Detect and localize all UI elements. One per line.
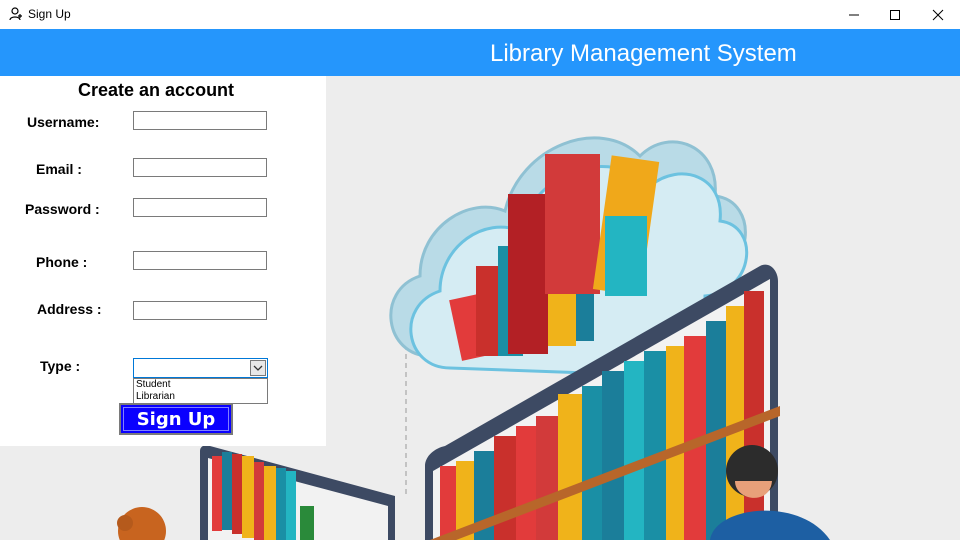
username-label: Username: — [27, 114, 100, 130]
maximize-button[interactable] — [873, 0, 917, 29]
phone-input[interactable] — [133, 251, 267, 270]
type-option-student[interactable]: Student — [134, 379, 267, 391]
minimize-button[interactable] — [832, 0, 876, 29]
password-input[interactable] — [133, 198, 267, 217]
signup-button-label: Sign Up — [123, 407, 229, 431]
dropdown-toggle-button[interactable] — [250, 360, 266, 376]
window-titlebar: Sign Up — [0, 0, 960, 29]
phone-label: Phone : — [36, 254, 88, 270]
email-input[interactable] — [133, 158, 267, 177]
type-label: Type : — [40, 358, 81, 374]
address-input[interactable] — [133, 301, 267, 320]
app-title: Library Management System — [490, 40, 797, 67]
close-icon — [932, 9, 944, 20]
app-header: Library Management System — [0, 29, 960, 76]
email-label: Email : — [36, 161, 82, 177]
type-select[interactable] — [133, 358, 268, 378]
user-add-icon — [8, 6, 24, 22]
form-heading: Create an account — [78, 80, 235, 100]
username-input[interactable] — [133, 111, 267, 130]
window-title: Sign Up — [28, 7, 71, 21]
signup-form: Create an account Username: Email : Pass… — [0, 76, 326, 446]
password-label: Password : — [25, 201, 100, 217]
address-label: Address : — [37, 301, 102, 317]
close-button[interactable] — [916, 0, 960, 29]
type-option-librarian[interactable]: Librarian — [134, 391, 267, 403]
chevron-down-icon — [253, 365, 263, 371]
signup-button[interactable]: Sign Up — [119, 403, 233, 435]
type-dropdown-list: Student Librarian — [133, 378, 268, 404]
maximize-icon — [890, 9, 900, 20]
minimize-icon — [849, 14, 859, 15]
